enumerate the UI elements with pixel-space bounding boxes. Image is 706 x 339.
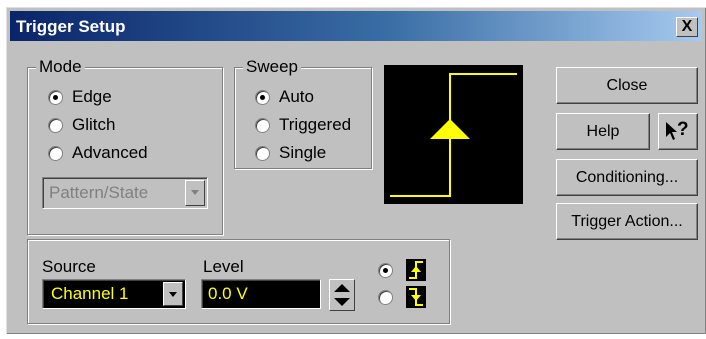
level-spinner[interactable] [329, 279, 355, 311]
help-button[interactable]: Help [556, 113, 650, 150]
sweep-group-label: Sweep [243, 57, 301, 77]
context-help-button[interactable]: ? [658, 113, 698, 150]
radio-selected-icon [255, 90, 270, 105]
mode-glitch-label: Glitch [72, 115, 116, 134]
window-title: Trigger Setup [16, 17, 126, 36]
rising-edge-icon [390, 73, 517, 197]
source-label: Source [42, 257, 96, 276]
source-value: Channel 1 [51, 284, 129, 303]
spinner-arrows-icon [334, 284, 350, 306]
source-dropdown[interactable]: Channel 1 [42, 279, 186, 309]
trigger-edge-display [384, 65, 523, 204]
rising-slope-icon [406, 259, 426, 281]
slope-falling-radio[interactable] [378, 286, 393, 308]
radio-unselected-icon [378, 290, 393, 305]
level-value: 0.0 V [208, 284, 248, 303]
radio-unselected-icon [48, 146, 63, 161]
title-bar[interactable]: Trigger Setup X [10, 11, 702, 41]
mode-group-label: Mode [36, 57, 85, 77]
dropdown-arrow-icon[interactable] [185, 180, 205, 206]
pattern-state-dropdown[interactable]: Pattern/State [42, 177, 208, 209]
slope-rising-radio[interactable] [378, 259, 393, 281]
falling-slope-icon [406, 286, 426, 308]
radio-unselected-icon [48, 118, 63, 133]
radio-selected-icon [378, 263, 393, 278]
conditioning-button[interactable]: Conditioning... [556, 159, 698, 196]
trigger-setup-dialog: Trigger Setup X Mode Edge Glitch Advance… [6, 7, 706, 334]
trigger-action-button[interactable]: Trigger Action... [556, 203, 698, 240]
sweep-auto-label: Auto [279, 87, 314, 106]
close-window-button[interactable]: X [676, 17, 698, 37]
radio-selected-icon [48, 90, 63, 105]
radio-unselected-icon [255, 146, 270, 161]
level-input[interactable]: 0.0 V [201, 279, 321, 309]
pattern-state-value: Pattern/State [49, 183, 149, 202]
sweep-triggered-label: Triggered [279, 115, 352, 134]
mode-edge-label: Edge [72, 87, 112, 106]
close-button[interactable]: Close [556, 67, 698, 104]
level-label: Level [203, 257, 244, 276]
sweep-single-label: Single [279, 143, 327, 162]
mode-advanced-label: Advanced [72, 143, 148, 162]
radio-unselected-icon [255, 118, 270, 133]
dropdown-arrow-icon[interactable] [163, 282, 183, 306]
